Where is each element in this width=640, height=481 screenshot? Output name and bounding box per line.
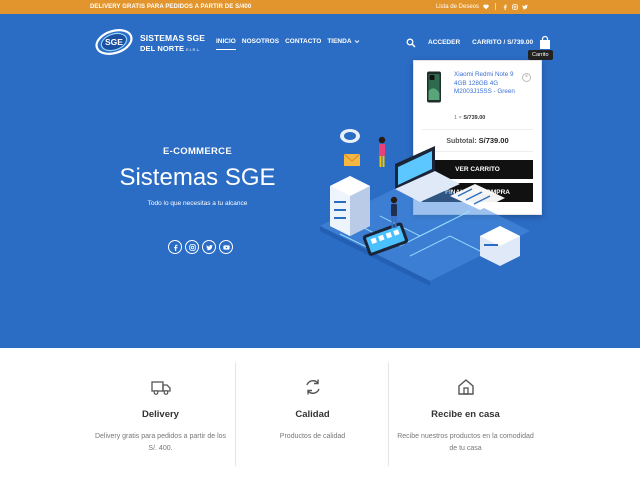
topbar-links: Lista de Deseos <box>436 3 528 10</box>
instagram-icon <box>188 243 196 251</box>
youtube-icon <box>222 244 230 250</box>
twitter-button[interactable] <box>202 240 216 254</box>
logo-suffix: E.I.R.L. <box>186 47 201 52</box>
hero-section: SGE SISTEMAS SGE DEL NORTE E.I.R.L. INICI… <box>0 14 640 348</box>
home-icon <box>457 379 474 395</box>
feature-description: Productos de calidad <box>279 433 346 440</box>
login-link[interactable]: ACCEDER <box>428 39 460 46</box>
divider <box>495 3 496 10</box>
nav-tienda[interactable]: TIENDA <box>327 38 360 45</box>
logo-emblem-text: SGE <box>105 37 123 47</box>
feature-title: Recibe en casa <box>431 409 500 420</box>
nav-nosotros[interactable]: NOSOTROS <box>242 38 279 45</box>
youtube-button[interactable] <box>219 240 233 254</box>
search-icon[interactable] <box>406 38 416 48</box>
header-actions: ACCEDER CARRITO / S/739.00 <box>406 36 551 49</box>
instagram-button[interactable] <box>185 240 199 254</box>
cart-link[interactable]: CARRITO / S/739.00 <box>472 39 533 46</box>
features-section: Delivery Delivery gratis para pedidos a … <box>0 348 640 481</box>
hero-kicker: E-COMMERCE <box>163 146 232 157</box>
promo-text: DELIVERY GRATIS PARA PEDIDOS A PARTIR DE… <box>90 4 252 10</box>
feature-recibe-en-casa: Recibe en casa Recibe nuestros productos… <box>388 348 543 481</box>
truck-icon <box>150 381 171 395</box>
facebook-icon <box>173 244 177 251</box>
facebook-button[interactable] <box>168 240 182 254</box>
shopping-bag-icon[interactable] <box>539 36 551 49</box>
hero-illustration <box>320 129 530 286</box>
logo-line-2: DEL NORTE E.I.R.L. <box>140 44 201 53</box>
logo-emblem: SGE <box>95 29 133 55</box>
product-thumbnail[interactable] <box>426 71 442 103</box>
instagram-icon[interactable] <box>512 3 518 10</box>
hero-text-block: E-COMMERCE Sistemas SGE Todo lo que nece… <box>110 146 285 207</box>
hero-subtitle: Todo lo que necesitas a tu alcance <box>147 200 248 207</box>
site-logo[interactable]: SGE SISTEMAS SGE DEL NORTE E.I.R.L. <box>94 23 212 61</box>
main-nav: INICIO NOSOTROS CONTACTO TIENDA <box>216 38 360 50</box>
feature-description: Delivery gratis para pedidos a partir de… <box>94 433 227 452</box>
twitter-icon[interactable] <box>522 4 528 10</box>
refresh-icon <box>305 379 320 395</box>
nav-inicio[interactable]: INICIO <box>216 38 236 50</box>
feature-delivery: Delivery Delivery gratis para pedidos a … <box>83 348 238 481</box>
feature-description: Recibe nuestros productos en la comodida… <box>397 433 534 452</box>
facebook-icon[interactable] <box>502 4 508 10</box>
feature-title: Calidad <box>295 409 330 420</box>
cart-tooltip: Carrito <box>528 50 553 60</box>
logo-line-1: SISTEMAS SGE <box>140 33 205 43</box>
twitter-icon <box>205 244 213 250</box>
remove-item-button[interactable]: × <box>522 73 531 82</box>
hero-social-links <box>168 240 233 254</box>
heart-icon[interactable] <box>483 4 489 10</box>
nav-contacto[interactable]: CONTACTO <box>285 38 321 45</box>
product-name-link[interactable]: Xiaomi Redmi Note 9 4GB 128GB 4G M2003J1… <box>454 71 524 97</box>
hero-title: Sistemas SGE <box>119 164 276 191</box>
feature-calidad: Calidad Productos de calidad <box>235 348 390 481</box>
feature-title: Delivery <box>142 409 179 420</box>
top-bar: DELIVERY GRATIS PARA PEDIDOS A PARTIR DE… <box>0 0 640 14</box>
wishlist-link[interactable]: Lista de Deseos <box>436 4 479 10</box>
chevron-down-icon <box>354 39 360 43</box>
